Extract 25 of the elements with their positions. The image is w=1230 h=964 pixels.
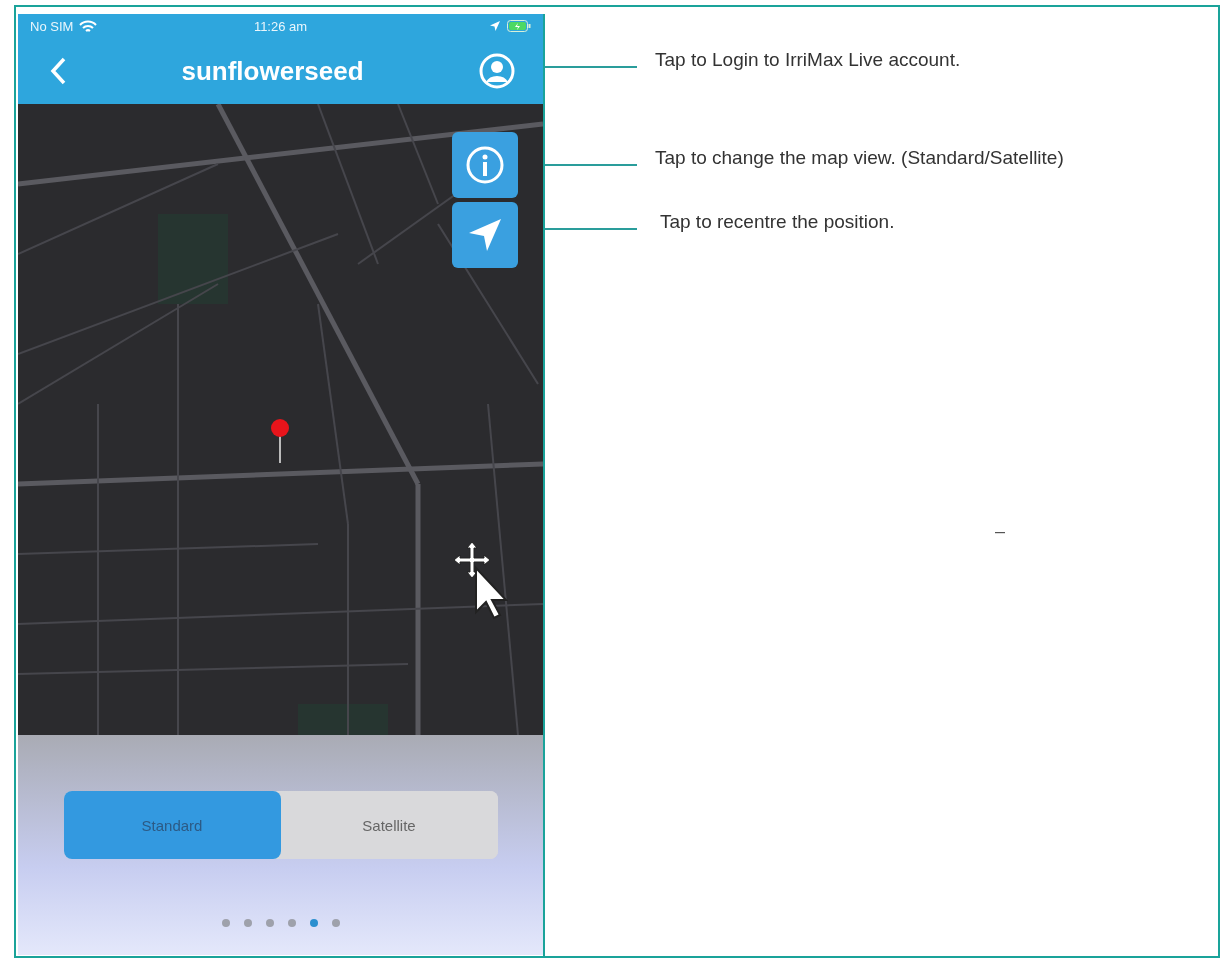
user-account-icon[interactable] [479,53,515,89]
annotation-text: Tap to change the map view. (Standard/Satellite) [655,147,1064,169]
page-indicator-dot[interactable] [243,919,252,927]
location-arrow-icon [489,20,501,32]
page-indicator-dot[interactable] [221,919,230,927]
dash-mark: – [995,521,1005,542]
navigation-arrow-icon [467,217,503,253]
carrier-text: No SIM [30,18,74,34]
annotation-text: Tap to recentre the position. [658,211,895,233]
clock-time: 11:26 am [253,18,308,34]
annotation-text: Tap to Login to IrriMax Live account. [655,49,961,71]
wifi-icon [79,19,98,33]
info-icon [465,145,505,185]
page-indicator-dot[interactable] [331,919,340,927]
screen-title: sunflowerseed [181,55,364,87]
map-type-tab[interactable]: Standard [63,791,281,859]
map-pin-icon [270,418,290,464]
back-chevron-icon[interactable] [50,57,66,85]
street-map-drawing[interactable] [18,104,543,735]
recentre-button[interactable] [452,202,518,268]
page-indicator-dot[interactable] [309,919,318,927]
battery-icon [507,20,531,32]
info-button[interactable] [452,132,518,198]
page-indicator-dot[interactable] [265,919,274,927]
page-indicator-dot[interactable] [287,919,296,927]
